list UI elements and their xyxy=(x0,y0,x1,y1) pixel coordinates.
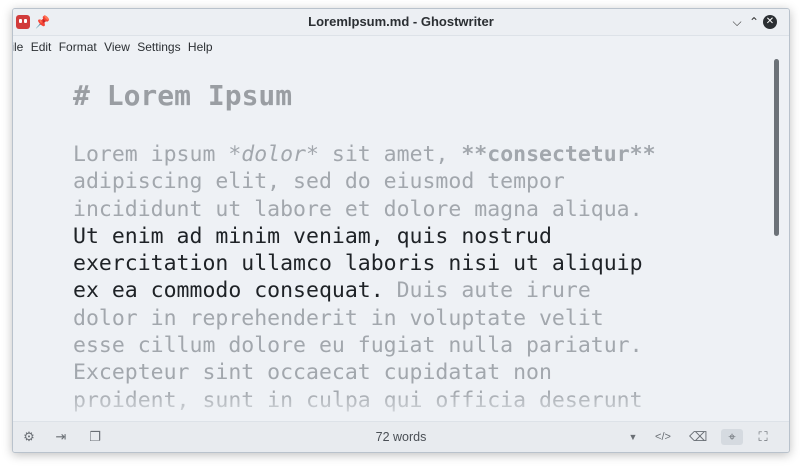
chevron-down-icon[interactable]: ▼ xyxy=(625,429,641,445)
title-bar[interactable]: 📌 LoremIpsum.md - Ghostwriter ⌵ ⌃ ✕ xyxy=(13,9,789,36)
editor-line[interactable]: exercitation ullamco laboris nisi ut ali… xyxy=(73,250,753,277)
scrollbar-thumb[interactable] xyxy=(774,59,779,236)
text-segment: **consectetur** xyxy=(461,142,656,167)
close-button[interactable]: ✕ xyxy=(763,15,777,29)
markdown-editor[interactable]: # Lorem Ipsum Lorem ipsum *dolor* sit am… xyxy=(13,59,789,421)
menu-view[interactable]: View xyxy=(102,36,132,58)
text-segment: exercitation ullamco laboris nisi ut ali… xyxy=(73,251,643,277)
text-segment: dolor xyxy=(241,142,307,167)
menu-edit[interactable]: Edit xyxy=(29,36,54,58)
target-icon[interactable]: ⌖ xyxy=(721,429,743,445)
fullscreen-icon[interactable]: ⛶ xyxy=(755,429,771,445)
text-segment: Excepteur sint occaecat cupidatat non xyxy=(73,360,552,386)
editor-line[interactable]: adipiscing elit, sed do eiusmod tempor xyxy=(73,168,753,195)
text-segment: dolor in reprehenderit in voluptate veli… xyxy=(73,305,604,331)
editor-line[interactable]: Ut enim ad minim veniam, quis nostrud xyxy=(73,223,753,250)
menu-settings[interactable]: Settings xyxy=(135,36,182,58)
maximize-button[interactable]: ⌃ xyxy=(746,14,762,30)
window-title: LoremIpsum.md - Ghostwriter xyxy=(308,14,494,29)
menu-bar: File Edit Format View Settings Help xyxy=(13,36,789,58)
backspace-icon[interactable]: ⌫ xyxy=(689,429,707,445)
text-segment: * sit amet, xyxy=(306,142,462,167)
text-segment: esse cillum dolore eu fugiat nulla paria… xyxy=(73,333,643,359)
text-segment: Duis aute irure xyxy=(383,278,591,304)
text-segment: Lorem ipsum * xyxy=(73,142,242,167)
word-count: 72 words xyxy=(375,430,427,444)
editor-line[interactable]: Excepteur sint occaecat cupidatat non xyxy=(73,359,753,386)
text-segment: Ut enim ad minim veniam, quis nostrud xyxy=(73,223,552,249)
status-bar: ⚙ ⇥ ❐ 72 words ▼ </> ⌫ ⌖ ⛶ xyxy=(13,421,789,452)
document-body[interactable]: Lorem ipsum *dolor* sit amet, **consecte… xyxy=(73,141,753,414)
editor-line[interactable]: Lorem ipsum *dolor* sit amet, **consecte… xyxy=(73,141,753,168)
code-icon[interactable]: </> xyxy=(655,429,671,445)
minimize-button[interactable]: ⌵ xyxy=(729,14,745,30)
text-segment: ex ea commodo consequat. xyxy=(73,278,384,304)
editor-line[interactable]: ex ea commodo consequat. Duis aute irure xyxy=(73,277,753,304)
menu-format[interactable]: Format xyxy=(57,36,99,58)
document-heading[interactable]: # Lorem Ipsum xyxy=(73,79,292,112)
editor-line[interactable]: esse cillum dolore eu fugiat nulla paria… xyxy=(73,332,753,359)
text-segment: incididunt ut labore et dolore magna ali… xyxy=(73,196,643,222)
text-segment: adipiscing elit, sed do eiusmod tempor xyxy=(73,169,565,195)
menu-file[interactable]: File xyxy=(13,36,25,58)
editor-line[interactable]: dolor in reprehenderit in voluptate veli… xyxy=(73,305,753,332)
editor-line[interactable]: incididunt ut labore et dolore magna ali… xyxy=(73,196,753,223)
menu-help[interactable]: Help xyxy=(186,36,215,58)
app-window: 📌 LoremIpsum.md - Ghostwriter ⌵ ⌃ ✕ File… xyxy=(12,8,790,453)
vertical-scrollbar[interactable] xyxy=(773,59,781,421)
editor-fade xyxy=(13,391,789,421)
